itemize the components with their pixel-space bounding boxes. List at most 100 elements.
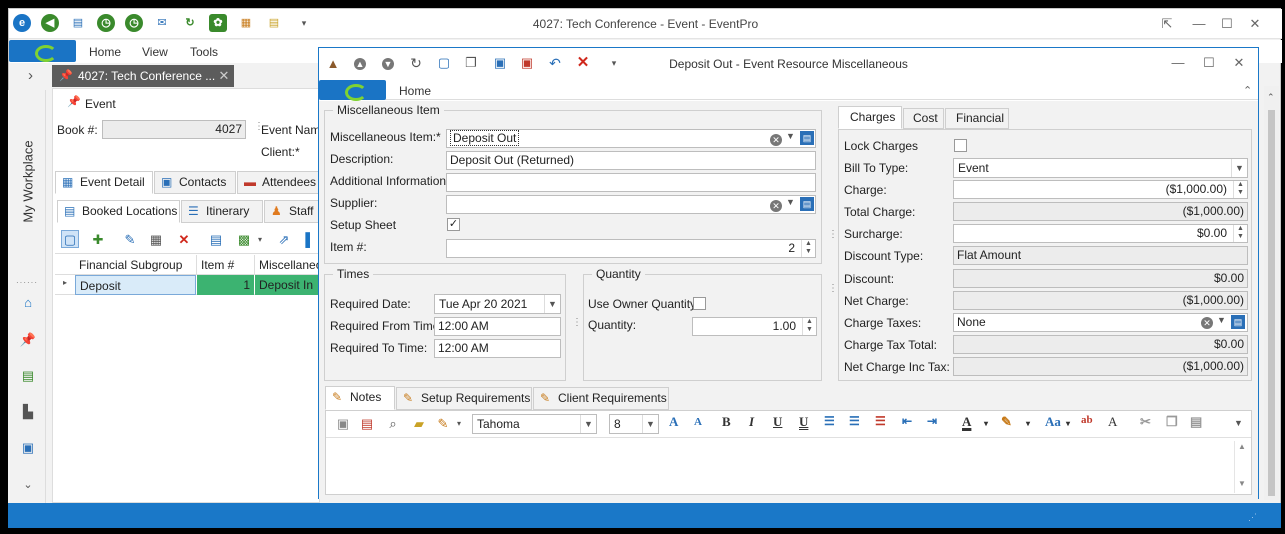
more-icon[interactable]: ▌: [301, 231, 319, 249]
lock-charges-checkbox[interactable]: [954, 139, 967, 152]
cell-subgroup[interactable]: Deposit: [75, 275, 196, 295]
bill-to-type-select[interactable]: Event ▼: [953, 158, 1248, 178]
new-document-icon[interactable]: ▤: [358, 415, 376, 433]
setup-sheet-checkbox[interactable]: ✓: [447, 218, 460, 231]
item-number-spinner[interactable]: 2 ▲ ▼: [446, 239, 816, 258]
description-field[interactable]: Deposit Out (Returned): [446, 151, 816, 170]
find-icon[interactable]: ⌕: [384, 415, 402, 433]
tab-attendees[interactable]: ▬ Attendees: [237, 171, 321, 194]
bill-to-dropdown-icon[interactable]: ▼: [1231, 159, 1247, 177]
home-icon[interactable]: ⌂: [19, 295, 37, 313]
col-miscellaneous[interactable]: Miscellaneous: [259, 258, 321, 272]
font-family-select[interactable]: Tahoma ▼: [472, 414, 597, 434]
charge-spin-icon[interactable]: ▲ ▼: [1233, 181, 1247, 198]
book-number-field[interactable]: 4027: [102, 120, 246, 139]
cut-icon[interactable]: ✂: [1140, 414, 1151, 430]
dialog-minimize-icon[interactable]: —: [1169, 54, 1187, 72]
decrease-indent-icon[interactable]: ⇤: [902, 414, 912, 429]
change-case-icon[interactable]: Aa: [1045, 414, 1061, 430]
bullets-icon[interactable]: ☰: [824, 414, 835, 429]
restore-up-icon[interactable]: ⇱: [1158, 15, 1176, 33]
dialog-maximize-icon[interactable]: ☐: [1200, 54, 1218, 72]
dropdown-arrow-icon[interactable]: ▼: [786, 131, 795, 141]
tab-event-detail[interactable]: ▦ Event Detail: [55, 171, 153, 194]
dialog-close-icon[interactable]: ✕: [1230, 54, 1248, 72]
taxes-clear-icon[interactable]: ✕: [1201, 317, 1213, 329]
document-tab[interactable]: 📌 4027: Tech Conference ...: [52, 65, 234, 87]
highlight-icon[interactable]: ✎: [1001, 414, 1012, 430]
col-item-number[interactable]: Item #: [201, 258, 234, 272]
additional-info-field[interactable]: [446, 173, 816, 192]
tab-staff[interactable]: ♟ Staff: [264, 200, 321, 223]
main-scrollbar[interactable]: ⌃: [1264, 86, 1279, 500]
quantity-spinner[interactable]: 1.00 ▲ ▼: [692, 317, 817, 336]
notes-scrollbar[interactable]: ▲ ▼: [1234, 441, 1249, 493]
minimize-icon[interactable]: —: [1190, 15, 1208, 33]
surcharge-spinner[interactable]: $0.00 ▲ ▼: [953, 224, 1248, 243]
row-expand-icon[interactable]: ▸: [63, 278, 67, 287]
highlight-dropdown-icon[interactable]: ▾: [1026, 419, 1030, 428]
clear-format-icon[interactable]: A: [1108, 414, 1117, 430]
tab-itinerary[interactable]: ☰ Itinerary: [181, 200, 263, 223]
splitter-dots[interactable]: ⋮: [828, 229, 838, 240]
open-record-icon[interactable]: ▤: [800, 131, 814, 145]
size-dropdown-icon[interactable]: ▼: [642, 415, 658, 433]
ribbon-tab-home[interactable]: Home: [399, 84, 431, 98]
menu-home[interactable]: Home: [89, 45, 121, 59]
splitter-dots[interactable]: ⋮: [572, 317, 582, 328]
truck-icon[interactable]: ▙: [19, 404, 37, 422]
col-financial-subgroup[interactable]: Financial Subgroup: [79, 258, 182, 272]
font-size-select[interactable]: 8 ▼: [609, 414, 659, 434]
taxes-dropdown-icon[interactable]: ▼: [1217, 315, 1226, 325]
italic-icon[interactable]: I: [749, 414, 754, 430]
sidebar-chevron-down-icon[interactable]: ⌄: [19, 478, 37, 496]
contacts-icon[interactable]: ▣: [19, 440, 37, 458]
tab-financial[interactable]: Financial: [945, 108, 1009, 129]
supplier-clear-icon[interactable]: ✕: [770, 200, 782, 212]
bold-icon[interactable]: B: [722, 414, 731, 430]
increase-indent-icon[interactable]: ⇥: [927, 414, 937, 429]
grow-font-icon[interactable]: A: [669, 414, 678, 430]
use-owner-quantity-checkbox[interactable]: [693, 297, 706, 310]
surcharge-spin-icon[interactable]: ▲ ▼: [1233, 225, 1247, 242]
tab-booked-locations[interactable]: ▤ Booked Locations: [57, 200, 180, 223]
workplace-label[interactable]: My Workplace: [21, 132, 36, 232]
grid-edit-icon[interactable]: ▦: [147, 231, 165, 249]
edit-icon[interactable]: ✎: [121, 231, 139, 249]
quantity-spin-icon[interactable]: ▲ ▼: [802, 318, 816, 335]
menu-tools[interactable]: Tools: [190, 45, 218, 59]
underline-icon[interactable]: U: [773, 414, 782, 430]
pin-icon[interactable]: 📌: [19, 332, 37, 350]
save-icon[interactable]: ▣: [334, 415, 352, 433]
taxes-open-icon[interactable]: ▤: [1231, 315, 1245, 329]
tab-setup-requirements[interactable]: ✎ Setup Requirements: [396, 387, 532, 410]
cell-item-number[interactable]: 1: [197, 275, 254, 295]
table-row[interactable]: ▸ Deposit 1 Deposit In: [55, 275, 321, 295]
copy-icon[interactable]: ❐: [1166, 414, 1178, 430]
splitter-grip[interactable]: ······: [16, 278, 38, 287]
date-dropdown-icon[interactable]: ▼: [544, 295, 560, 313]
main-scroll-up-icon[interactable]: ⌃: [1267, 92, 1275, 103]
numbering-icon[interactable]: ☰: [849, 414, 860, 429]
cell-miscellaneous[interactable]: Deposit In: [255, 275, 321, 295]
required-date-picker[interactable]: Tue Apr 20 2021 ▼: [434, 294, 561, 314]
splitter-dots[interactable]: ⋮: [828, 283, 838, 294]
clear-icon[interactable]: ✕: [770, 134, 782, 146]
supplier-dropdown-icon[interactable]: ▼: [786, 197, 795, 207]
menu-view[interactable]: View: [142, 45, 168, 59]
tab-charges[interactable]: Charges: [838, 106, 902, 129]
main-scroll-thumb[interactable]: [1268, 110, 1275, 496]
copy-to-icon[interactable]: ▤: [207, 231, 225, 249]
tab-client-requirements[interactable]: ✎ Client Requirements: [533, 387, 669, 410]
open-icon[interactable]: ▰: [410, 415, 428, 433]
misc-item-combo[interactable]: Deposit Out: [446, 129, 816, 148]
add-multiple-icon[interactable]: ✚: [89, 231, 107, 249]
font-color-dropdown-icon[interactable]: ▾: [984, 419, 988, 428]
required-from-time[interactable]: 12:00 AM: [434, 317, 561, 336]
close-icon[interactable]: ✕: [1246, 15, 1264, 33]
dialog-menu-logo[interactable]: [319, 80, 386, 101]
maximize-icon[interactable]: ☐: [1218, 15, 1236, 33]
charge-spinner[interactable]: ($1,000.00) ▲ ▼: [953, 180, 1248, 199]
spelling-icon[interactable]: ab: [1081, 414, 1093, 426]
tab-cost[interactable]: Cost: [903, 108, 944, 129]
